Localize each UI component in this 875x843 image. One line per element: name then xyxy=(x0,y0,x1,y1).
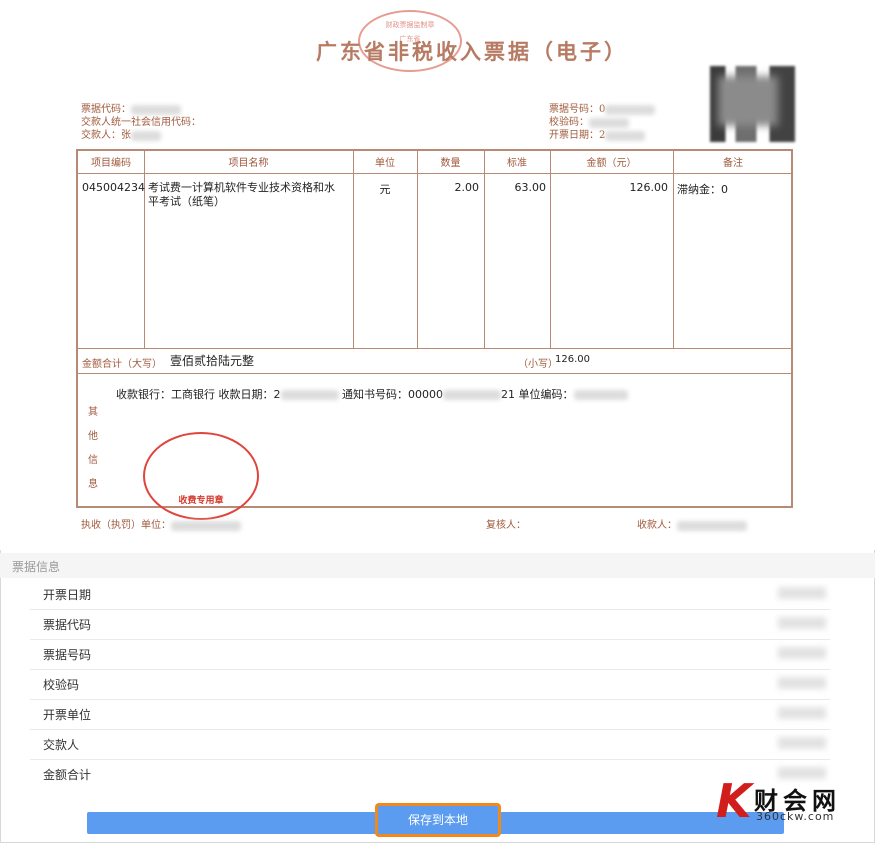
notice-text: 通知书号码：00000 xyxy=(342,388,443,401)
total-small: 126.00 xyxy=(555,354,590,365)
item-note: 滞纳金：0 xyxy=(677,183,728,196)
info-label: 金额合计 xyxy=(43,768,92,782)
info-row-total: 金额合计 xyxy=(30,759,830,789)
item-unit: 元 xyxy=(379,183,391,196)
redacted-value xyxy=(778,677,826,689)
redacted xyxy=(131,104,181,115)
code-label: 票据代码： xyxy=(81,104,131,115)
redacted xyxy=(589,117,629,128)
info-label: 票据号码 xyxy=(43,648,92,662)
info-section-header: 票据信息 xyxy=(0,553,875,578)
info-row-number: 票据号码 xyxy=(30,639,830,670)
col-code: 项目编码 xyxy=(91,158,131,169)
payer-label: 交款人：张 xyxy=(81,130,131,141)
col-std: 标准 xyxy=(507,158,527,169)
info-label: 交款人 xyxy=(43,738,80,752)
save-to-local-button[interactable]: 保存到本地 xyxy=(375,803,501,837)
item-name-line1: 考试费一计算机软件专业技术资格和水 xyxy=(148,181,335,194)
fee-stamp: 收费专用章 xyxy=(143,432,259,520)
other-info-line: 收款银行：工商银行 收款日期：2 通知书号码：00000 21 单位编码： xyxy=(116,386,628,402)
total-label: 金额合计（大写） xyxy=(82,359,162,370)
col-note: 备注 xyxy=(723,158,743,169)
item-std: 63.00 xyxy=(514,181,547,194)
col-name: 项目名称 xyxy=(228,158,269,169)
info-label: 校验码 xyxy=(43,678,80,692)
info-label: 开票单位 xyxy=(43,708,92,722)
seal-text: 财政票据监制章 xyxy=(385,21,435,29)
info-label: 开票日期 xyxy=(43,588,92,602)
redacted xyxy=(280,390,339,400)
info-label: 票据代码 xyxy=(43,618,92,632)
info-row-code: 票据代码 xyxy=(30,609,830,640)
info-row-payer: 交款人 xyxy=(30,729,830,760)
item-name: 考试费一计算机软件专业技术资格和水 平考试（纸笔） xyxy=(148,181,353,209)
info-row-date: 开票日期 xyxy=(30,579,830,610)
check-label: 校验码： xyxy=(549,117,589,128)
number-label: 票据号码：0 xyxy=(549,104,606,115)
redacted xyxy=(131,130,161,141)
receipt-title: 广东省非税收入票据（电子） xyxy=(316,39,628,64)
notice-tail: 21 xyxy=(501,388,515,401)
item-qty: 2.00 xyxy=(454,181,480,194)
info-row-check: 校验码 xyxy=(30,669,830,700)
item-amount: 126.00 xyxy=(629,181,669,194)
col-unit: 单位 xyxy=(375,158,395,169)
right-meta: 票据号码：0 校验码： 开票日期：2 xyxy=(549,103,656,142)
redacted-value xyxy=(778,707,826,719)
other-info-label: 其 他 信 息 xyxy=(88,407,98,490)
left-meta: 票据代码： 交款人统一社会信用代码： 交款人：张 xyxy=(81,103,201,142)
reviewer-label: 复核人： xyxy=(486,520,526,531)
redacted xyxy=(605,130,646,141)
date-text: 收款日期：2 xyxy=(218,388,281,401)
redacted xyxy=(605,104,656,115)
payee-label: 收款人： xyxy=(637,516,747,531)
credit-label: 交款人统一社会信用代码： xyxy=(81,117,201,128)
site-watermark: K 财会网 360ckw.com xyxy=(716,774,866,828)
collector-label: 执收（执罚）单位： xyxy=(81,516,241,531)
watermark-url: 360ckw.com xyxy=(756,810,835,823)
qr-code xyxy=(710,66,795,142)
info-row-issuer: 开票单位 xyxy=(30,699,830,730)
e-receipt: 财政票据监制章 广东省 广东省非税收入票据（电子） 票据代码： 交款人统一社会信… xyxy=(0,0,875,550)
stamp-text: 收费专用章 xyxy=(178,496,224,506)
redacted-value xyxy=(778,647,826,659)
total-upper: 壹佰贰拾陆元整 xyxy=(170,354,255,368)
redacted-value xyxy=(778,617,826,629)
col-qty: 数量 xyxy=(440,158,461,169)
logo-k-icon: K xyxy=(716,774,752,828)
redacted xyxy=(443,390,501,400)
date-label: 开票日期：2 xyxy=(549,130,606,141)
redacted-value xyxy=(778,587,826,599)
total-small-label: （小写） xyxy=(518,359,558,370)
unit-code-text: 单位编码： xyxy=(518,388,574,401)
col-amount: 金额（元） xyxy=(586,158,637,169)
item-code: 045004234 xyxy=(82,181,145,194)
redacted xyxy=(573,390,628,400)
redacted-value xyxy=(778,737,826,749)
bank-text: 收款银行：工商银行 xyxy=(116,388,215,401)
item-name-line2: 平考试（纸笔） xyxy=(148,195,225,208)
